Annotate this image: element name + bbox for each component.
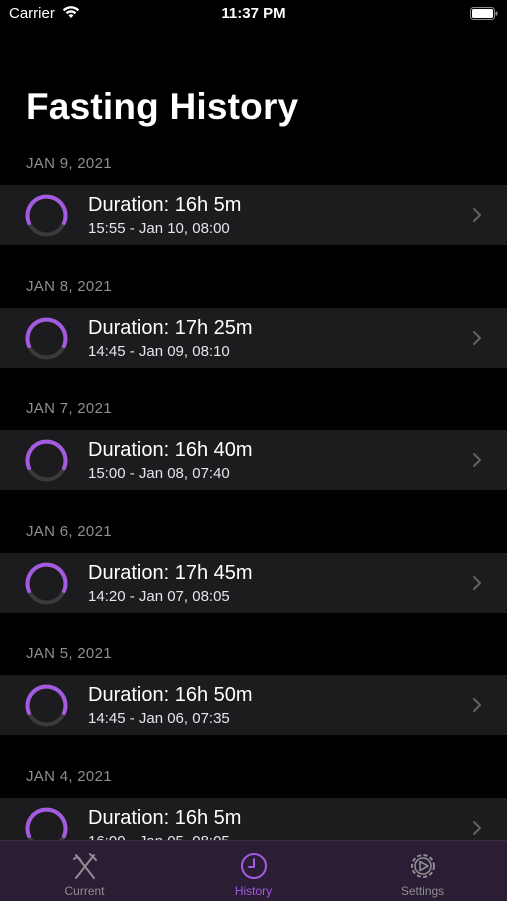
- fast-duration-label: Duration: 17h 45m: [88, 561, 253, 584]
- fast-row[interactable]: Duration: 17h 25m 14:45 - Jan 09, 08:10: [0, 307, 507, 368]
- section-date-header: JAN 7, 2021: [26, 400, 112, 417]
- progress-ring-icon: [25, 317, 68, 359]
- progress-ring-icon: [25, 194, 68, 237]
- tab-history[interactable]: History: [169, 841, 338, 901]
- tab-label-history: History: [234, 884, 273, 898]
- battery-icon: [470, 7, 498, 20]
- tab-settings[interactable]: Settings: [338, 841, 507, 901]
- progress-ring-icon: [25, 439, 68, 482]
- fast-duration-label: Duration: 17h 25m: [88, 316, 253, 339]
- fast-duration-label: Duration: 16h 5m: [88, 194, 242, 216]
- tab-label-settings: Settings: [400, 884, 445, 898]
- fast-time-range-label: 14:45 - Jan 06, 07:35: [88, 710, 230, 727]
- chevron-right-icon: [473, 698, 481, 712]
- chevron-right-icon: [473, 820, 481, 835]
- history-list: JAN 9, 2021 Duration: 16h 5m 15:55 - Jan 1…: [0, 140, 507, 875]
- history-section: JAN 6, 2021 Duration: 17h 45m 14:20 - Jan …: [0, 508, 507, 631]
- chevron-right-icon: [473, 453, 481, 467]
- fast-time-range-label: 15:55 - Jan 10, 08:00: [88, 220, 230, 237]
- chevron-right-icon: [473, 575, 481, 590]
- section-date-header: JAN 6, 2021: [26, 522, 112, 540]
- fast-duration-label: Duration: 16h 50m: [88, 684, 253, 706]
- history-section: JAN 8, 2021 Duration: 17h 25m 14:45 - Jan …: [0, 263, 507, 386]
- chevron-right-icon: [473, 208, 481, 222]
- fast-row[interactable]: Duration: 16h 5m 15:55 - Jan 10, 08:00: [0, 185, 507, 245]
- tab-label-current: Current: [64, 884, 105, 898]
- history-section: JAN 9, 2021 Duration: 16h 5m 15:55 - Jan 1…: [0, 140, 507, 263]
- tab-bar: Current History Settings: [0, 840, 507, 901]
- fast-duration-label: Duration: 16h 40m: [88, 439, 253, 461]
- status-time: 11:37 PM: [221, 5, 286, 22]
- chevron-right-icon: [473, 330, 481, 345]
- fast-time-range-label: 14:45 - Jan 09, 08:10: [88, 342, 230, 360]
- tab-current[interactable]: Current: [0, 841, 169, 901]
- progress-ring-icon: [25, 684, 68, 727]
- clock-icon: [240, 853, 267, 879]
- history-section: JAN 5, 2021 Duration: 16h 50m 14:45 - Jan …: [0, 630, 507, 753]
- fast-duration-label: Duration: 16h 5m: [88, 806, 242, 829]
- status-bar: Carrier 11:37 PM: [0, 0, 507, 30]
- section-date-header: JAN 8, 2021: [26, 277, 112, 295]
- section-date-header: JAN 4, 2021: [26, 767, 112, 785]
- fast-row[interactable]: Duration: 16h 50m 14:45 - Jan 06, 07:35: [0, 675, 507, 735]
- page-title: Fasting History: [26, 86, 299, 127]
- section-date-header: JAN 5, 2021: [26, 645, 112, 662]
- fast-row[interactable]: Duration: 16h 40m 15:00 - Jan 08, 07:40: [0, 430, 507, 490]
- fork-knife-icon: [72, 853, 97, 879]
- fast-row[interactable]: Duration: 17h 45m 14:20 - Jan 07, 08:05: [0, 552, 507, 613]
- fast-time-range-label: 14:20 - Jan 07, 08:05: [88, 587, 230, 605]
- progress-ring-icon: [25, 562, 68, 604]
- history-section: JAN 7, 2021 Duration: 16h 40m 15:00 - Jan …: [0, 385, 507, 508]
- gear-icon: [410, 854, 435, 878]
- fast-time-range-label: 15:00 - Jan 08, 07:40: [88, 465, 230, 482]
- section-date-header: JAN 9, 2021: [26, 155, 112, 172]
